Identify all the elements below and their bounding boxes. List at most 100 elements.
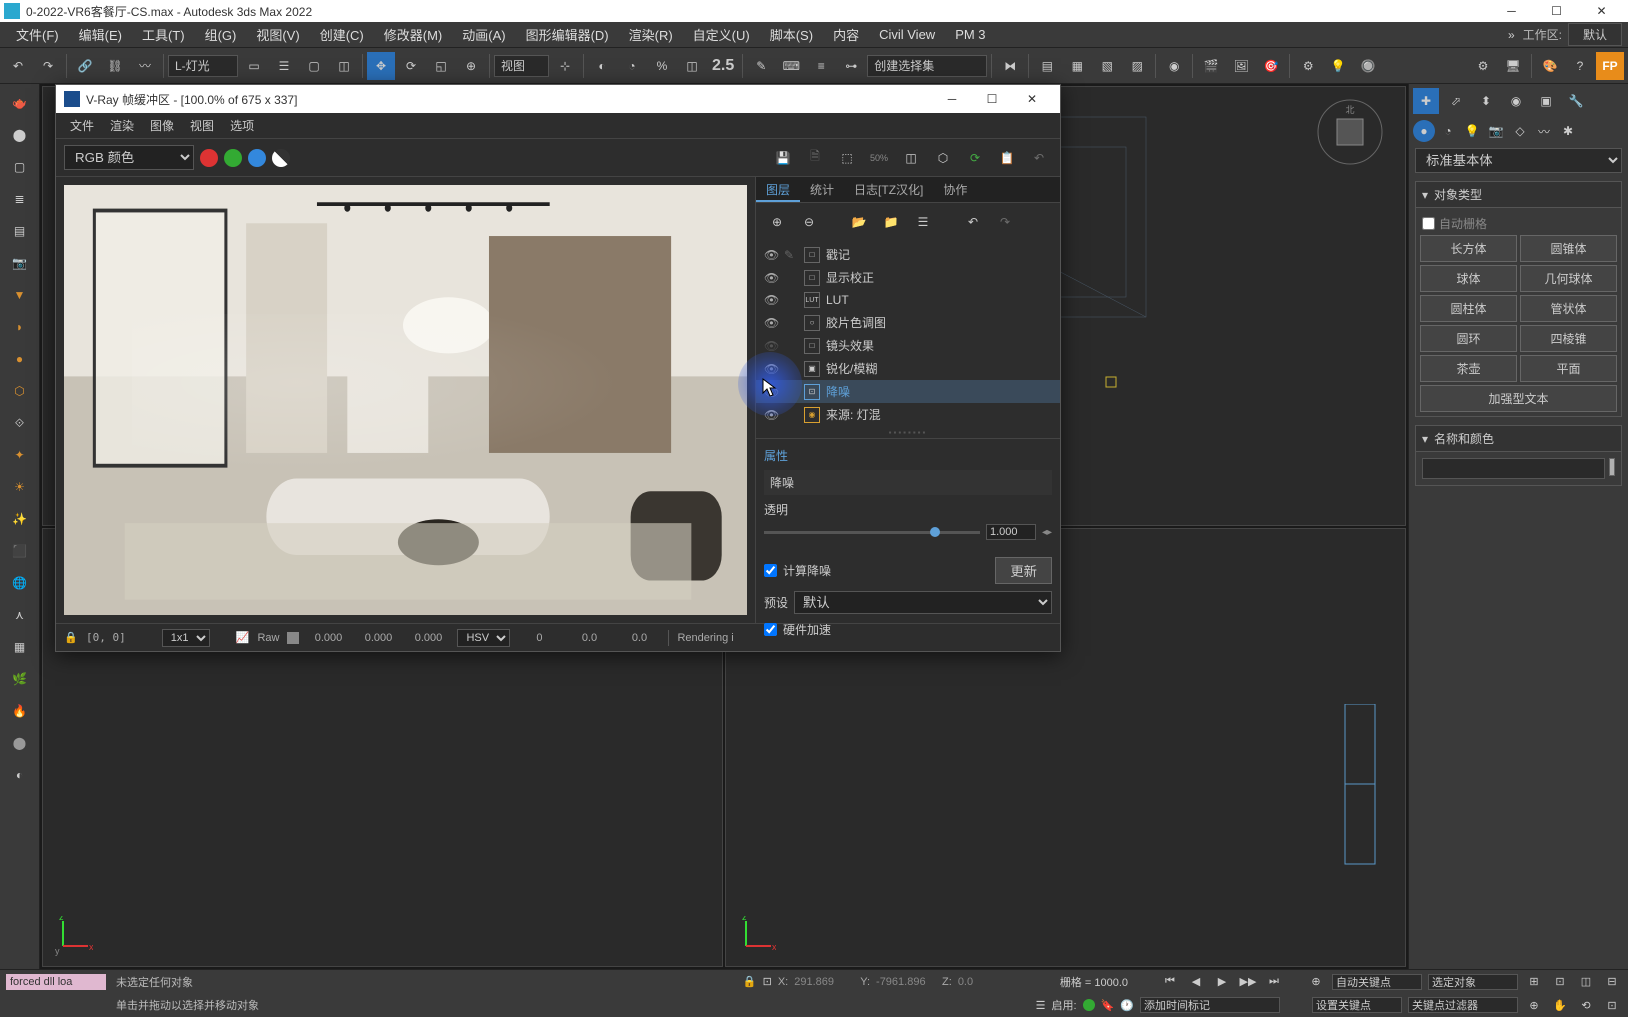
- placement-button[interactable]: ⊕: [457, 52, 485, 80]
- edit-selection-button[interactable]: ✎: [747, 52, 775, 80]
- undo-button[interactable]: ↶: [4, 52, 32, 80]
- next-frame-button[interactable]: ▶▶: [1238, 972, 1258, 992]
- menu-modifier[interactable]: 修改器(M): [374, 22, 453, 47]
- align-button[interactable]: ▤: [1033, 52, 1061, 80]
- viewport-nav-3[interactable]: ◫: [1576, 972, 1596, 992]
- fire-icon[interactable]: 🔥: [4, 696, 36, 726]
- help-button[interactable]: ?: [1566, 52, 1594, 80]
- select-button[interactable]: ▭: [240, 52, 268, 80]
- render-button[interactable]: 🎯: [1257, 52, 1285, 80]
- prim-textplus[interactable]: 加强型文本: [1420, 385, 1617, 412]
- systems-subtab[interactable]: ✱: [1557, 120, 1579, 142]
- blue-channel-button[interactable]: [248, 149, 266, 167]
- box-icon[interactable]: ▢: [4, 152, 36, 182]
- fur-icon[interactable]: ✦: [4, 440, 36, 470]
- menu-graph[interactable]: 图形编辑器(D): [516, 22, 619, 47]
- prim-sphere[interactable]: 球体: [1420, 265, 1517, 292]
- workspace-select[interactable]: 默认: [1568, 23, 1622, 46]
- script-listener[interactable]: forced dll loa: [6, 974, 106, 990]
- add-time-tag[interactable]: [1140, 997, 1280, 1013]
- utilities-tab[interactable]: 🔧: [1563, 88, 1589, 114]
- red-channel-button[interactable]: [200, 149, 218, 167]
- bind-button[interactable]: 〰: [131, 52, 159, 80]
- viewport-nav-8[interactable]: ⊡: [1602, 995, 1622, 1015]
- sets-button[interactable]: ≡: [807, 52, 835, 80]
- layer-filmic[interactable]: 👁○胶片色调图: [756, 311, 1060, 334]
- save-icon[interactable]: 💾: [770, 145, 796, 171]
- modify-tab[interactable]: ⬀: [1443, 88, 1469, 114]
- clear-icon[interactable]: 🗎: [802, 145, 828, 171]
- link-icon[interactable]: ⬡: [930, 145, 956, 171]
- axis-icon[interactable]: ⋏: [4, 600, 36, 630]
- copy-icon[interactable]: 📋: [994, 145, 1020, 171]
- menu-view[interactable]: 视图(V): [246, 22, 309, 47]
- vfb-menu-options[interactable]: 选项: [222, 114, 262, 137]
- vray-vfb-button[interactable]: 🖥: [1499, 52, 1527, 80]
- cube-icon[interactable]: ⬛: [4, 536, 36, 566]
- half-icon[interactable]: 50%: [866, 145, 892, 171]
- menu-file[interactable]: 文件(F): [6, 22, 69, 47]
- render-view[interactable]: [56, 177, 755, 623]
- lock-sel-icon[interactable]: 🔒: [743, 975, 757, 988]
- auto-key-button[interactable]: [1332, 974, 1422, 990]
- vfb-menu-render[interactable]: 渲染: [102, 114, 142, 137]
- vfb-menu-file[interactable]: 文件: [62, 114, 102, 137]
- viewport-nav-7[interactable]: ⟲: [1576, 995, 1596, 1015]
- layers-button[interactable]: ▦: [1063, 52, 1091, 80]
- hierarchy-tab[interactable]: ⬍: [1473, 88, 1499, 114]
- move-button[interactable]: ✥: [367, 52, 395, 80]
- refresh-icon[interactable]: ⟳: [962, 145, 988, 171]
- layer-display-correction[interactable]: 👁□显示校正: [756, 266, 1060, 289]
- folder-open-icon[interactable]: 📂: [846, 209, 872, 235]
- layer-sharpen[interactable]: 👁▣锐化/模糊: [756, 357, 1060, 380]
- menu-custom[interactable]: 自定义(U): [683, 22, 760, 47]
- lock-icon[interactable]: 🔒: [64, 631, 78, 644]
- motion-tab[interactable]: ◉: [1503, 88, 1529, 114]
- render-setup-button[interactable]: 🎬: [1197, 52, 1225, 80]
- snap-button[interactable]: ◐: [588, 52, 616, 80]
- render-frame-button[interactable]: 🖼: [1227, 52, 1255, 80]
- vfb-close[interactable]: ✕: [1012, 92, 1052, 106]
- vray-button[interactable]: ⚙: [1294, 52, 1322, 80]
- isolate-icon[interactable]: ⊡: [763, 975, 772, 988]
- update-button[interactable]: 更新: [995, 557, 1052, 584]
- geosphere-icon[interactable]: ⬡: [4, 376, 36, 406]
- viewcube[interactable]: 北: [1315, 97, 1385, 167]
- clock-icon[interactable]: 🕐: [1120, 999, 1134, 1012]
- folder-save-icon[interactable]: 📁: [878, 209, 904, 235]
- vfb-tab-layers[interactable]: 图层: [756, 177, 800, 202]
- tag-icon[interactable]: 🔖: [1101, 999, 1115, 1012]
- pivot-button[interactable]: ⊹: [551, 52, 579, 80]
- name-color-rollout[interactable]: ▾名称和颜色: [1415, 425, 1622, 452]
- category-select[interactable]: 标准基本体: [1415, 148, 1622, 173]
- curve-icon[interactable]: 📈: [236, 631, 250, 644]
- unlink-button[interactable]: ⛓: [101, 52, 129, 80]
- object-name-input[interactable]: [1422, 458, 1605, 479]
- menu-group[interactable]: 组(G): [195, 22, 247, 47]
- key-filter-button[interactable]: [1408, 997, 1518, 1013]
- viewport-nav-4[interactable]: ⊟: [1602, 972, 1622, 992]
- keyboard-button[interactable]: ⌨: [777, 52, 805, 80]
- viewport-nav-2[interactable]: ⊡: [1550, 972, 1570, 992]
- channel-select[interactable]: RGB 颜色: [64, 145, 194, 170]
- viewport-nav-1[interactable]: ⊞: [1524, 972, 1544, 992]
- vfb-minimize[interactable]: ─: [932, 92, 972, 106]
- gradient-icon[interactable]: ◐: [4, 760, 36, 790]
- menu-script[interactable]: 脚本(S): [760, 22, 823, 47]
- layer-lens-fx[interactable]: 👁□镜头效果: [756, 334, 1060, 357]
- render-prod-button[interactable]: 🎨: [1536, 52, 1564, 80]
- grid-icon[interactable]: ▦: [4, 632, 36, 662]
- prim-pyramid[interactable]: 四棱锥: [1520, 325, 1617, 352]
- auto-grid-check[interactable]: [1422, 217, 1435, 230]
- create-tab[interactable]: ✚: [1413, 88, 1439, 114]
- select-region-button[interactable]: ▢: [300, 52, 328, 80]
- compare-icon[interactable]: ◫: [898, 145, 924, 171]
- history-icon[interactable]: ↶: [1026, 145, 1052, 171]
- select-name-button[interactable]: ☰: [270, 52, 298, 80]
- maximize-button[interactable]: ☐: [1534, 0, 1579, 22]
- selection-filter[interactable]: [168, 55, 238, 77]
- prim-teapot[interactable]: 茶壶: [1420, 355, 1517, 382]
- layer-redo-icon[interactable]: ↷: [992, 209, 1018, 235]
- menu-tools[interactable]: 工具(T): [132, 22, 195, 47]
- vfb-tab-stats[interactable]: 统计: [800, 177, 844, 202]
